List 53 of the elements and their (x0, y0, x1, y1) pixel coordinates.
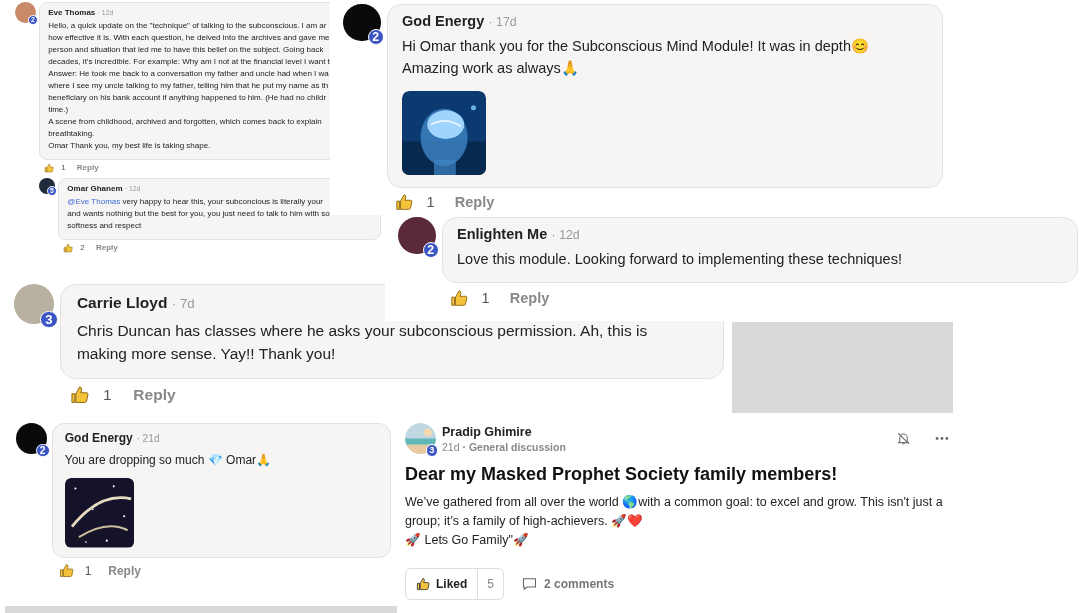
comment-text: Chris Duncan has classes where he asks your subconscious permission. Ah, this is making more sense. Yay!! Thank you! (76, 321, 649, 365)
comment-icon[interactable] (522, 577, 538, 591)
author-name[interactable]: God Energy (64, 431, 133, 446)
like-icon[interactable] (63, 242, 74, 253)
like-count: 2 (80, 243, 85, 253)
post-body: We’ve gathered from all over the world 🌎with a common goal: to excel and grow. This isn't just a group; it’s a family of high-achievers. 🚀❤ 🚀 Lets Go Family"🚀 (405, 494, 944, 549)
like-icon[interactable] (450, 288, 469, 308)
reply-link[interactable]: Reply (108, 563, 141, 578)
reply-link[interactable]: Reply (76, 163, 99, 173)
avatar (39, 177, 56, 194)
author-name[interactable]: Pradip Ghimire (442, 424, 890, 439)
comment-age: · 17d (488, 15, 517, 30)
comment-text: Hello, a quick update on the "technique" of talking to the subconscious. I am ar how effective it is. With each question, he delved into the archives and gave me person and situation that led me to have this belief on the subject. Going back decades, it's incredible. For example: Why am I not at the financial level I want t Answer: He took me back to a conversation my father and uncle had when I wa where I see my uncle talking to my father, telling him that he put my name as th beneficiary on his bank account if anything happened to him. (He had no childr time.) A scene from childhood, archived and forgotten, which comes back to explain breathtaking. Omar Thank you, my best life is taking shape. (48, 20, 331, 153)
author-name[interactable]: Omar Ghanem (67, 183, 123, 193)
like-count: 5 (478, 568, 505, 600)
like-icon[interactable] (58, 563, 74, 579)
reply-link[interactable]: Reply (96, 243, 118, 253)
author-name[interactable]: Enlighten Me (457, 226, 548, 243)
author-name[interactable]: God Energy (402, 13, 485, 30)
avatar (405, 423, 436, 454)
comment-age: · 21d (136, 433, 160, 445)
like-icon[interactable] (43, 162, 54, 173)
comment-age: · 7d (172, 296, 195, 312)
avatar (343, 3, 381, 42)
like-count: 1 (481, 290, 490, 307)
like-count: 1 (61, 163, 66, 173)
more-icon[interactable] (935, 436, 949, 441)
comment-text: Love this module. Looking forward to implementing these techniques! (457, 249, 903, 269)
bell-off-icon[interactable] (896, 431, 911, 446)
avatar (398, 216, 436, 255)
reply-link[interactable]: Reply (509, 290, 550, 307)
like-count: 1 (426, 194, 435, 211)
like-count: 1 (103, 385, 112, 404)
post-title: Dear my Masked Prophet Society family members! (405, 464, 839, 485)
comment-text: You are dropping so much 💎 Omar🙏 (64, 451, 273, 469)
comment-text: Hi Omar thank you for the Subconscious Mind Module! It was in depth😊 Amazing work as always🙏 (402, 36, 870, 78)
like-icon[interactable] (69, 385, 90, 405)
like-button[interactable]: Liked (405, 568, 479, 600)
comment-age: · 12d (551, 228, 580, 243)
comments-link[interactable]: 2 comments (544, 577, 615, 591)
avatar (15, 423, 47, 455)
like-icon (416, 577, 430, 591)
mention-link[interactable]: @Eve Thomas (67, 197, 121, 207)
avatar (15, 2, 36, 23)
post-category[interactable]: · General discussion (462, 440, 566, 453)
reply-link[interactable]: Reply (454, 194, 495, 211)
avatar (13, 283, 55, 325)
like-icon[interactable] (395, 193, 414, 212)
like-count: 1 (84, 563, 92, 578)
author-name[interactable]: Eve Thomas (48, 7, 96, 17)
post-age: 21d (442, 440, 460, 453)
author-name[interactable]: Carrie Lloyd (76, 294, 168, 313)
reply-link[interactable]: Reply (133, 385, 176, 404)
